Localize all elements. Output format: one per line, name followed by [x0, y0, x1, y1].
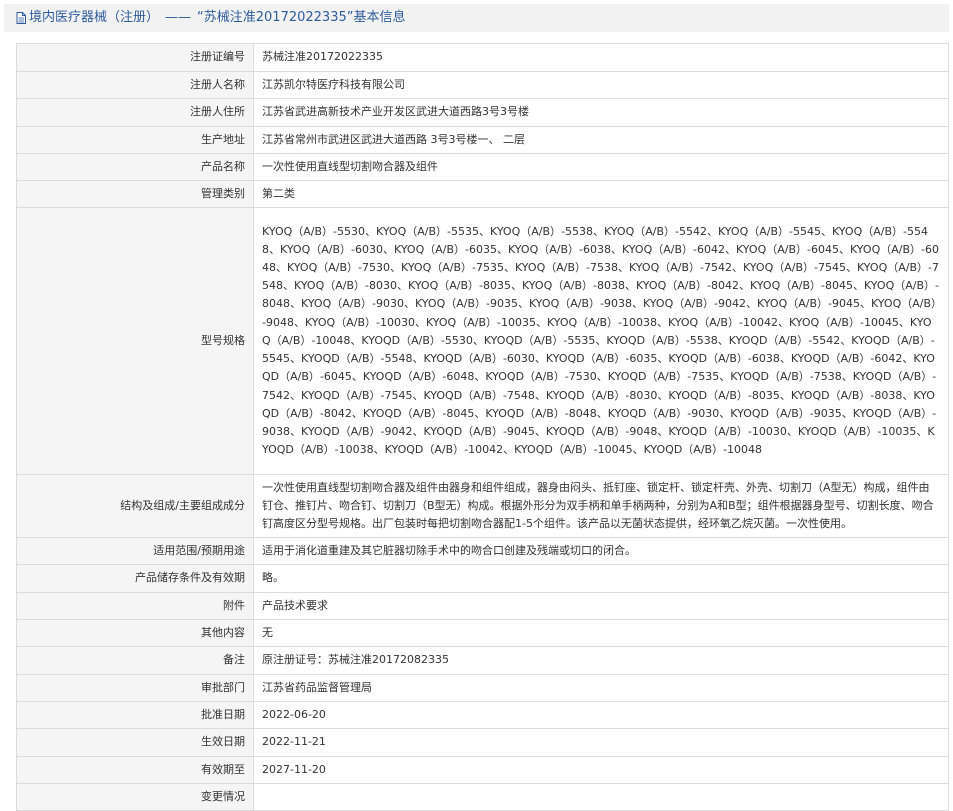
page-title: 境内医疗器械（注册） —— “苏械注准20172022335”基本信息 — [29, 4, 405, 32]
info-table: 注册证编号 苏械注准20172022335 注册人名称 江苏凯尔特医疗科技有限公… — [16, 43, 949, 811]
row-value-remarks: 原注册证号：苏械注准20172082335 — [253, 646, 949, 675]
row-value-structure: 一次性使用直线型切割吻合器及组件由器身和组件组成，器身由闷头、抵钉座、锁定杆、锁… — [253, 474, 949, 538]
table-row: 产品储存条件及有效期 略。 — [16, 564, 949, 593]
table-row: 生效日期 2022-11-21 — [16, 728, 949, 757]
table-row: 审批部门 江苏省药品监督管理局 — [16, 674, 949, 702]
table-row: 注册人住所 江苏省武进高新技术产业开发区武进大道西路3号3号楼 — [16, 98, 949, 127]
row-value-expiry-date: 2027-11-20 — [253, 756, 949, 784]
row-label-registrant-name: 注册人名称 — [16, 71, 254, 99]
row-label-effective-date: 生效日期 — [16, 728, 254, 757]
row-label-product-name: 产品名称 — [16, 153, 254, 181]
table-row: 型号规格 KYOQ（A/B）-5530、KYOQ（A/B）-5535、KYOQ（… — [16, 207, 949, 475]
row-label-other: 其他内容 — [16, 619, 254, 647]
row-label-expiry-date: 有效期至 — [16, 756, 254, 784]
row-label-storage: 产品储存条件及有效期 — [16, 564, 254, 593]
row-value-approval-dept: 江苏省药品监督管理局 — [253, 674, 949, 702]
row-value-approval-date: 2022-06-20 — [253, 701, 949, 729]
table-row: 产品名称 一次性使用直线型切割吻合器及组件 — [16, 153, 949, 181]
row-value-attachment: 产品技术要求 — [253, 592, 949, 620]
title-separator: —— — [165, 10, 192, 25]
row-label-intended-use: 适用范围/预期用途 — [16, 537, 254, 565]
table-row: 注册证编号 苏械注准20172022335 — [16, 43, 949, 72]
row-value-storage: 略。 — [253, 564, 949, 593]
table-row: 批准日期 2022-06-20 — [16, 701, 949, 729]
row-value-product-name: 一次性使用直线型切割吻合器及组件 — [253, 153, 949, 181]
table-row: 管理类别 第二类 — [16, 180, 949, 208]
row-value-reg-number: 苏械注准20172022335 — [253, 43, 949, 72]
row-label-registrant-address: 注册人住所 — [16, 98, 254, 127]
row-label-approval-date: 批准日期 — [16, 701, 254, 729]
row-value-registrant-address: 江苏省武进高新技术产业开发区武进大道西路3号3号楼 — [253, 98, 949, 127]
table-row: 变更情况 — [16, 783, 949, 811]
row-value-registrant-name: 江苏凯尔特医疗科技有限公司 — [253, 71, 949, 99]
title-name: “苏械注准20172022335”基本信息 — [197, 10, 406, 25]
row-value-changes — [253, 783, 949, 811]
table-row: 有效期至 2027-11-20 — [16, 756, 949, 784]
row-value-other: 无 — [253, 619, 949, 647]
row-label-structure: 结构及组成/主要组成成分 — [16, 474, 254, 538]
row-value-intended-use: 适用于消化道重建及其它脏器切除手术中的吻合口创建及残端或切口的闭合。 — [253, 537, 949, 565]
row-label-approval-dept: 审批部门 — [16, 674, 254, 702]
row-label-production-address: 生产地址 — [16, 126, 254, 154]
row-value-production-address: 江苏省常州市武进区武进大道西路 3号3号楼一、 二层 — [253, 126, 949, 154]
row-label-attachment: 附件 — [16, 592, 254, 620]
row-label-model-spec: 型号规格 — [16, 207, 254, 475]
row-value-model-spec: KYOQ（A/B）-5530、KYOQ（A/B）-5535、KYOQ（A/B）-… — [253, 207, 949, 475]
row-value-management-category: 第二类 — [253, 180, 949, 208]
table-row: 注册人名称 江苏凯尔特医疗科技有限公司 — [16, 71, 949, 99]
table-row: 适用范围/预期用途 适用于消化道重建及其它脏器切除手术中的吻合口创建及残端或切口… — [16, 537, 949, 565]
document-icon — [16, 12, 26, 24]
page-header: 境内医疗器械（注册） —— “苏械注准20172022335”基本信息 — [4, 4, 949, 32]
title-section: 境内医疗器械（注册） — [29, 10, 160, 25]
table-row: 其他内容 无 — [16, 619, 949, 647]
table-row: 附件 产品技术要求 — [16, 592, 949, 620]
table-row: 生产地址 江苏省常州市武进区武进大道西路 3号3号楼一、 二层 — [16, 126, 949, 154]
table-row: 结构及组成/主要组成成分 一次性使用直线型切割吻合器及组件由器身和组件组成，器身… — [16, 474, 949, 538]
row-value-effective-date: 2022-11-21 — [253, 728, 949, 757]
row-label-reg-number: 注册证编号 — [16, 43, 254, 72]
table-row: 备注 原注册证号：苏械注准20172082335 — [16, 646, 949, 675]
row-label-management-category: 管理类别 — [16, 180, 254, 208]
row-label-remarks: 备注 — [16, 646, 254, 675]
row-label-changes: 变更情况 — [16, 783, 254, 811]
